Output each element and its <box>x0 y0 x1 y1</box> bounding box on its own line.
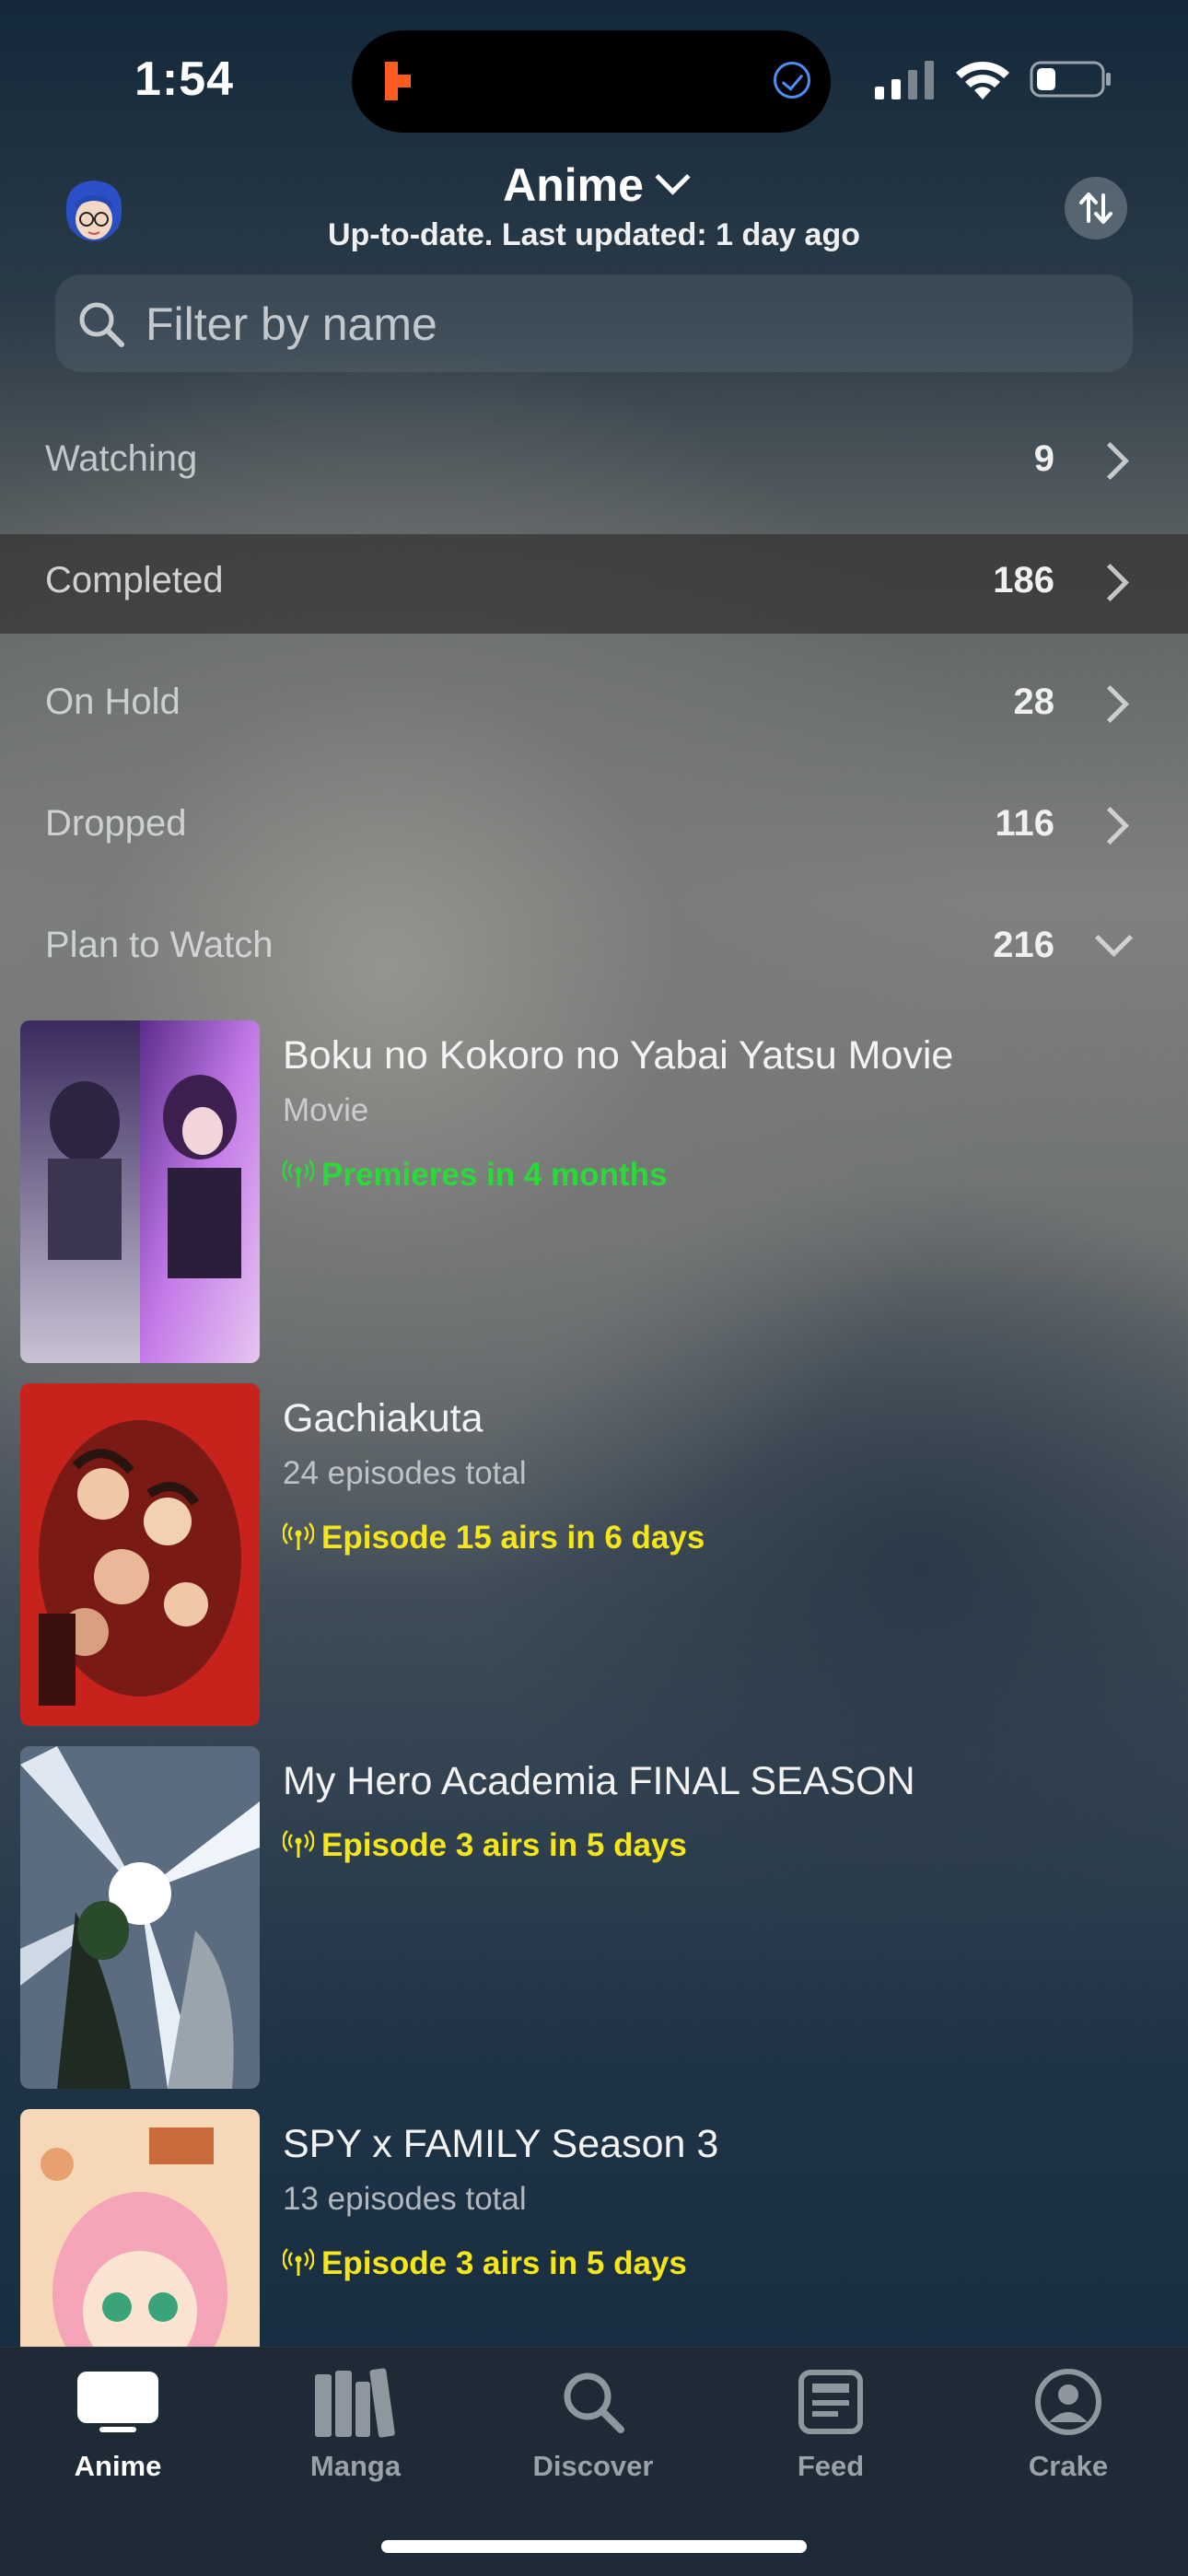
category-completed[interactable]: Completed 186 <box>0 534 1188 634</box>
category-label: Dropped <box>45 803 187 844</box>
battery-icon <box>1030 61 1111 98</box>
search-icon <box>564 2372 624 2433</box>
tv-icon <box>77 2372 158 2432</box>
list-item[interactable]: SPY x FAMILY Season 3 13 episodes total … <box>20 2109 1171 2347</box>
item-title: Boku no Kokoro no Yabai Yatsu Movie <box>283 1033 954 1078</box>
home-indicator[interactable] <box>381 2540 807 2553</box>
tab-discover[interactable]: Discover <box>501 2363 685 2483</box>
search-icon <box>79 302 124 347</box>
tab-label: Crake <box>1028 2450 1109 2482</box>
tab-feed[interactable]: Feed <box>739 2363 923 2483</box>
airing-status: Episode 3 airs in 5 days <box>282 1827 687 1864</box>
airing-status: Episode 3 airs in 5 days <box>282 2245 687 2282</box>
cover-image <box>20 1746 260 2089</box>
list-item[interactable]: Boku no Kokoro no Yabai Yatsu Movie Movi… <box>20 1020 1171 1363</box>
category-count: 9 <box>1033 438 1054 479</box>
airing-text: Episode 3 airs in 5 days <box>321 2245 687 2281</box>
cover-image <box>20 1020 260 1363</box>
sort-button[interactable] <box>1065 177 1127 239</box>
sync-status: Up-to-date. Last updated: 1 day ago <box>327 217 861 252</box>
chevron-down-icon <box>655 159 691 195</box>
item-subtitle: Movie <box>283 1092 369 1128</box>
sort-arrows-icon <box>1079 192 1112 224</box>
item-title: Gachiakuta <box>283 1396 483 1440</box>
item-subtitle: 24 episodes total <box>283 1455 527 1491</box>
broadcast-icon <box>282 1160 315 1187</box>
category-dropped[interactable]: Dropped 116 <box>0 777 1188 877</box>
cover-image <box>20 1383 260 1726</box>
category-on-hold[interactable]: On Hold 28 <box>0 656 1188 755</box>
tab-anime[interactable]: Anime <box>26 2363 210 2483</box>
airing-text: Premieres in 4 months <box>321 1157 668 1193</box>
tab-label: Manga <box>309 2450 402 2482</box>
dynamic-island <box>352 30 831 133</box>
category-count: 186 <box>993 560 1054 600</box>
category-label: Plan to Watch <box>45 925 274 965</box>
category-count: 28 <box>1013 682 1055 722</box>
broadcast-icon <box>282 1522 315 1550</box>
category-count: 216 <box>993 925 1054 965</box>
category-label: On Hold <box>45 682 181 722</box>
broadcast-icon <box>282 1830 315 1858</box>
category-count: 116 <box>995 803 1054 844</box>
item-title: SPY x FAMILY Season 3 <box>283 2122 719 2166</box>
page-title: Anime <box>503 159 644 211</box>
chevron-right-icon <box>1090 563 1130 602</box>
chevron-down-icon <box>1094 918 1134 958</box>
item-title: My Hero Academia FINAL SEASON <box>283 1759 915 1803</box>
list-item[interactable]: Gachiakuta 24 episodes total Episode 15 … <box>20 1383 1171 1726</box>
check-circle-icon <box>774 62 810 99</box>
list-type-selector[interactable]: Anime <box>0 158 1188 212</box>
airing-status: Premieres in 4 months <box>282 1157 668 1194</box>
status-time: 1:54 <box>134 52 235 106</box>
chevron-right-icon <box>1090 684 1130 724</box>
books-icon <box>315 2368 395 2438</box>
tab-label: Anime <box>74 2450 162 2482</box>
search-bar[interactable] <box>55 274 1133 374</box>
search-input[interactable] <box>144 274 1105 374</box>
category-watching[interactable]: Watching 9 <box>0 413 1188 512</box>
tab-label: Feed <box>797 2450 865 2482</box>
broadcast-icon <box>282 2248 315 2276</box>
profile-icon <box>1035 2369 1101 2435</box>
cover-image <box>20 2109 260 2347</box>
category-label: Watching <box>45 438 198 479</box>
feed-icon <box>798 2370 863 2434</box>
category-label: Completed <box>45 560 224 600</box>
wifi-icon <box>956 61 1009 99</box>
cellular-signal-icon <box>875 61 934 99</box>
airing-text: Episode 3 airs in 5 days <box>321 1827 687 1863</box>
tab-manga[interactable]: Manga <box>263 2363 448 2483</box>
category-plan-to-watch[interactable]: Plan to Watch 216 <box>0 899 1188 998</box>
chevron-right-icon <box>1090 806 1130 845</box>
airing-text: Episode 15 airs in 6 days <box>321 1520 705 1556</box>
tab-label: Discover <box>532 2450 654 2482</box>
chevron-right-icon <box>1090 441 1130 481</box>
airing-status: Episode 15 airs in 6 days <box>282 1520 705 1556</box>
item-subtitle: 13 episodes total <box>283 2181 527 2217</box>
list-item[interactable]: My Hero Academia FINAL SEASON Episode 3 … <box>20 1746 1171 2089</box>
app-activity-icon <box>385 62 411 100</box>
tab-profile[interactable]: Crake <box>976 2363 1160 2483</box>
